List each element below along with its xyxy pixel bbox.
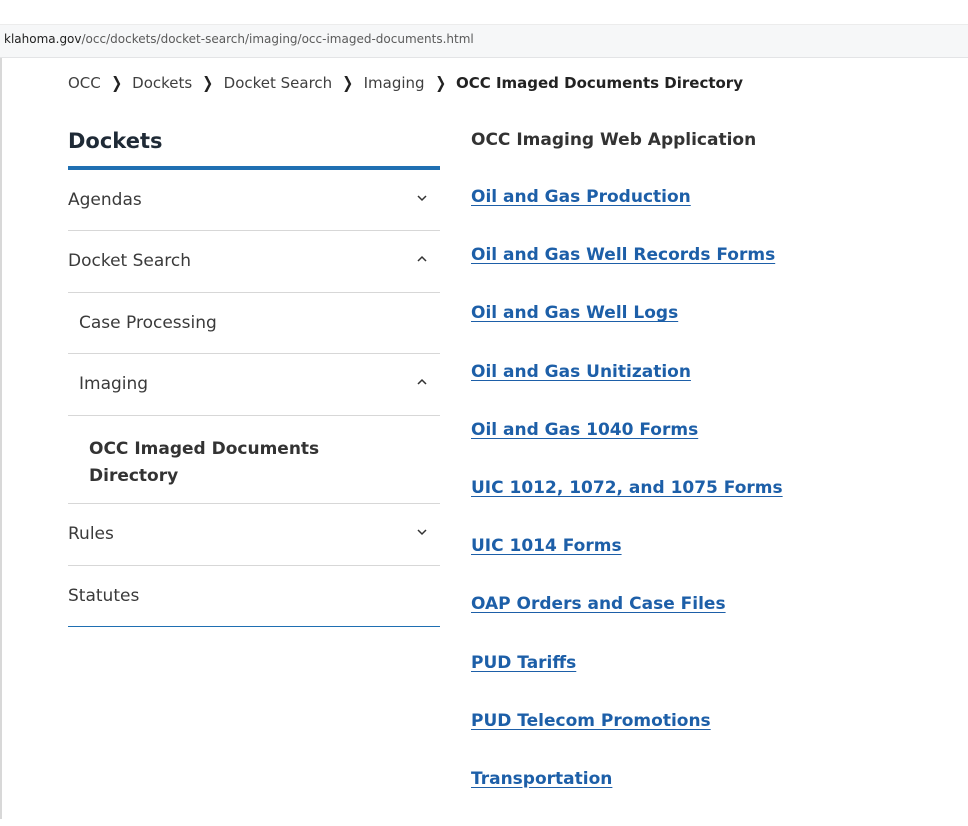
chevron-up-icon[interactable] xyxy=(416,376,428,388)
sidebar-item-label: Agendas xyxy=(68,190,142,210)
link-transportation[interactable]: Transportation xyxy=(471,768,783,826)
link-pud-tariffs[interactable]: PUD Tariffs xyxy=(471,652,783,710)
chevron-right-icon: ❯ xyxy=(434,73,446,92)
sidebar-nav: Dockets Agendas Docket Search Case Proce… xyxy=(68,124,440,627)
sidebar-item-label: Statutes xyxy=(68,586,140,606)
page-heading: OCC Imaging Web Application xyxy=(471,130,757,150)
chevron-down-icon[interactable] xyxy=(416,526,428,538)
sidebar-item-statutes[interactable]: Statutes xyxy=(68,566,440,627)
chevron-right-icon: ❯ xyxy=(202,73,214,92)
browser-window: klahoma.gov/occ/dockets/docket-search/im… xyxy=(0,0,968,819)
link-oil-gas-well-records-forms[interactable]: Oil and Gas Well Records Forms xyxy=(471,244,783,302)
breadcrumb-current: OCC Imaged Documents Directory xyxy=(455,73,743,92)
sidebar-item-label: Case Processing xyxy=(79,313,217,333)
sidebar-item-label: Docket Search xyxy=(68,251,192,271)
chevron-right-icon: ❯ xyxy=(111,73,122,92)
sidebar-item-label: Rules xyxy=(68,524,114,544)
link-oil-gas-unitization[interactable]: Oil and Gas Unitization xyxy=(471,361,783,419)
sidebar-item-label: OCC Imaged Documents Directory xyxy=(89,439,320,486)
breadcrumb-imaging[interactable]: Imaging xyxy=(364,74,425,92)
breadcrumb-docket-search[interactable]: Docket Search xyxy=(224,74,333,92)
link-oap-orders-case-files[interactable]: OAP Orders and Case Files xyxy=(471,593,783,651)
window-edge xyxy=(0,26,2,819)
main-content: OCC Imaging Web Application Oil and Gas … xyxy=(471,128,783,826)
link-oil-gas-production[interactable]: Oil and Gas Production xyxy=(471,186,783,244)
breadcrumb-occ[interactable]: OCC xyxy=(68,74,101,92)
address-bar[interactable]: klahoma.gov/occ/dockets/docket-search/im… xyxy=(0,24,968,58)
link-oil-gas-well-logs[interactable]: Oil and Gas Well Logs xyxy=(471,302,783,360)
sidebar-title: Dockets xyxy=(68,124,440,170)
breadcrumb-dockets[interactable]: Dockets xyxy=(132,74,192,92)
sidebar-item-case-processing[interactable]: Case Processing xyxy=(68,293,440,354)
chevron-down-icon[interactable] xyxy=(416,192,428,204)
link-pud-telecom-promotions[interactable]: PUD Telecom Promotions xyxy=(471,710,783,768)
url-host: klahoma.gov xyxy=(4,32,82,46)
sidebar-item-imaging[interactable]: Imaging xyxy=(68,354,440,416)
sidebar-item-agendas[interactable]: Agendas xyxy=(68,170,440,231)
link-uic-1012-1072-1075-forms[interactable]: UIC 1012, 1072, and 1075 Forms xyxy=(471,477,783,535)
link-uic-1014-forms[interactable]: UIC 1014 Forms xyxy=(471,535,783,593)
breadcrumb: OCC ❯ Dockets ❯ Docket Search ❯ Imaging … xyxy=(68,73,743,92)
sidebar-item-occ-imaged-documents[interactable]: OCC Imaged Documents Directory xyxy=(68,416,440,504)
link-oil-gas-1040-forms[interactable]: Oil and Gas 1040 Forms xyxy=(471,419,783,477)
sidebar-item-docket-search[interactable]: Docket Search xyxy=(68,231,440,293)
link-list: Oil and Gas Production Oil and Gas Well … xyxy=(471,186,783,826)
sidebar-item-rules[interactable]: Rules xyxy=(68,504,440,566)
url-text[interactable]: klahoma.gov/occ/dockets/docket-search/im… xyxy=(4,32,474,46)
sidebar-item-label: Imaging xyxy=(79,374,149,394)
chevron-up-icon[interactable] xyxy=(416,253,428,265)
chevron-right-icon: ❯ xyxy=(342,73,354,92)
url-path: /occ/dockets/docket-search/imaging/occ-i… xyxy=(81,32,474,46)
